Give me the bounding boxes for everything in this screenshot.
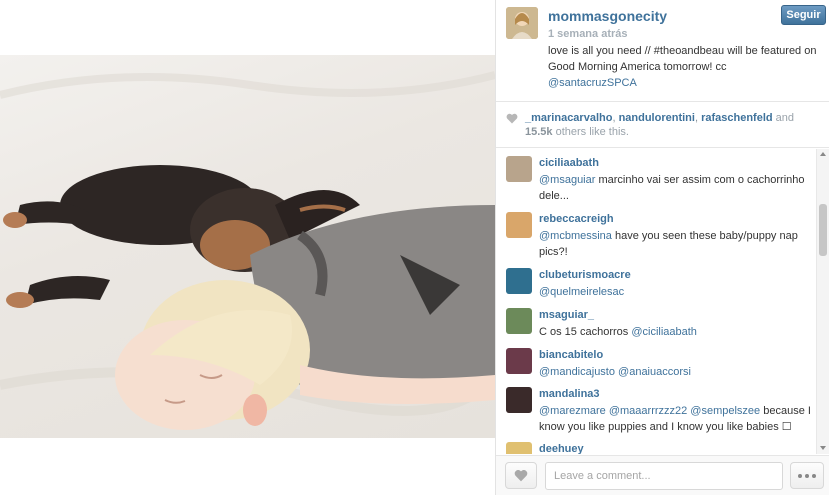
owner-avatar-image [506,7,538,39]
commenter-avatar[interactable] [506,348,532,374]
commenter-avatar[interactable] [506,212,532,238]
comment-text: @mcbmessina have you seen these baby/pup… [539,228,814,260]
scroll-up-arrow-icon[interactable] [820,152,826,156]
liker-2[interactable]: nandulorentini [619,112,695,124]
owner-avatar[interactable] [506,7,538,39]
owner-username[interactable]: mommasgonecity [548,8,667,24]
comment-text: @msaguiar marcinho vai ser assim com o c… [539,172,814,204]
comment-mention[interactable]: @marezmare @maaarrrzzz22 @sempelszee [539,405,760,417]
comment-username[interactable]: rebeccacreigh [539,213,614,225]
follow-button[interactable]: Seguir [781,5,826,25]
scroll-down-arrow-icon[interactable] [820,446,826,450]
dot-icon [798,473,802,478]
post-header: mommasgonecity Seguir 1 semana atrás lov… [496,0,829,102]
commenter-avatar[interactable] [506,308,532,334]
comments-list: ciciliaabath @msaguiar marcinho vai ser … [496,149,829,454]
comment-username[interactable]: clubeturismoacre [539,269,631,281]
comment-username[interactable]: ciciliaabath [539,157,599,169]
comment-text: @quelmeirelesac [539,284,814,300]
comment-footer [496,455,829,495]
post-caption: love is all you need // #theoandbeau wil… [548,43,818,91]
likes-count[interactable]: 15.5k [525,126,553,138]
commenter-avatar[interactable] [506,387,532,413]
likes-and: and [775,112,795,124]
post-timestamp: 1 semana atrás [548,28,628,40]
comment-username[interactable]: deehuey [539,443,584,454]
liker-3[interactable]: rafaschenfeld [701,112,773,124]
commenter-avatar[interactable] [506,442,532,454]
comment-text: @mandicajusto @anaiuaccorsi [539,364,814,380]
likes-suffix: others like this. [555,126,629,138]
comment-text: @marezmare @maaarrrzzz22 @sempelszee bec… [539,403,814,435]
heart-icon [514,470,528,482]
caption-text: love is all you need // #theoandbeau wil… [548,45,817,73]
liker-1[interactable]: _marinacarvalho [525,112,612,124]
photo-area [0,0,495,495]
likes-text: _marinacarvalho, nandulorentini, rafasch… [525,112,795,138]
comment-input[interactable] [545,462,783,490]
comment-mention[interactable]: @quelmeirelesac [539,286,624,298]
comments-scrollbar[interactable] [816,149,829,454]
comment-mention[interactable]: @ciciliaabath [631,326,697,338]
more-options-button[interactable] [790,462,824,489]
post-photo[interactable] [0,55,495,438]
comment-mention[interactable]: @mandicajusto @anaiuaccorsi [539,366,691,378]
comment-body: C os 15 cachorros [539,326,632,338]
scroll-thumb[interactable] [819,204,827,256]
comment-mention[interactable]: @msaguiar [539,174,595,186]
commenter-avatar[interactable] [506,156,532,182]
comment-username[interactable]: biancabitelo [539,349,603,361]
like-button[interactable] [505,462,537,489]
post-details-panel: mommasgonecity Seguir 1 semana atrás lov… [495,0,829,495]
comment-text: C os 15 cachorros @ciciliaabath [539,324,814,340]
comment-mention[interactable]: @mcbmessina [539,230,612,242]
photo-illustration [0,71,495,430]
likes-summary: _marinacarvalho, nandulorentini, rafasch… [496,103,829,148]
caption-mention[interactable]: @santacruzSPCA [548,77,637,89]
dot-icon [805,473,809,478]
dot-icon [812,473,816,478]
commenter-avatar[interactable] [506,268,532,294]
comment-username[interactable]: msaguiar_ [539,309,594,321]
comment-username[interactable]: mandalina3 [539,388,600,400]
heart-icon [506,113,518,124]
